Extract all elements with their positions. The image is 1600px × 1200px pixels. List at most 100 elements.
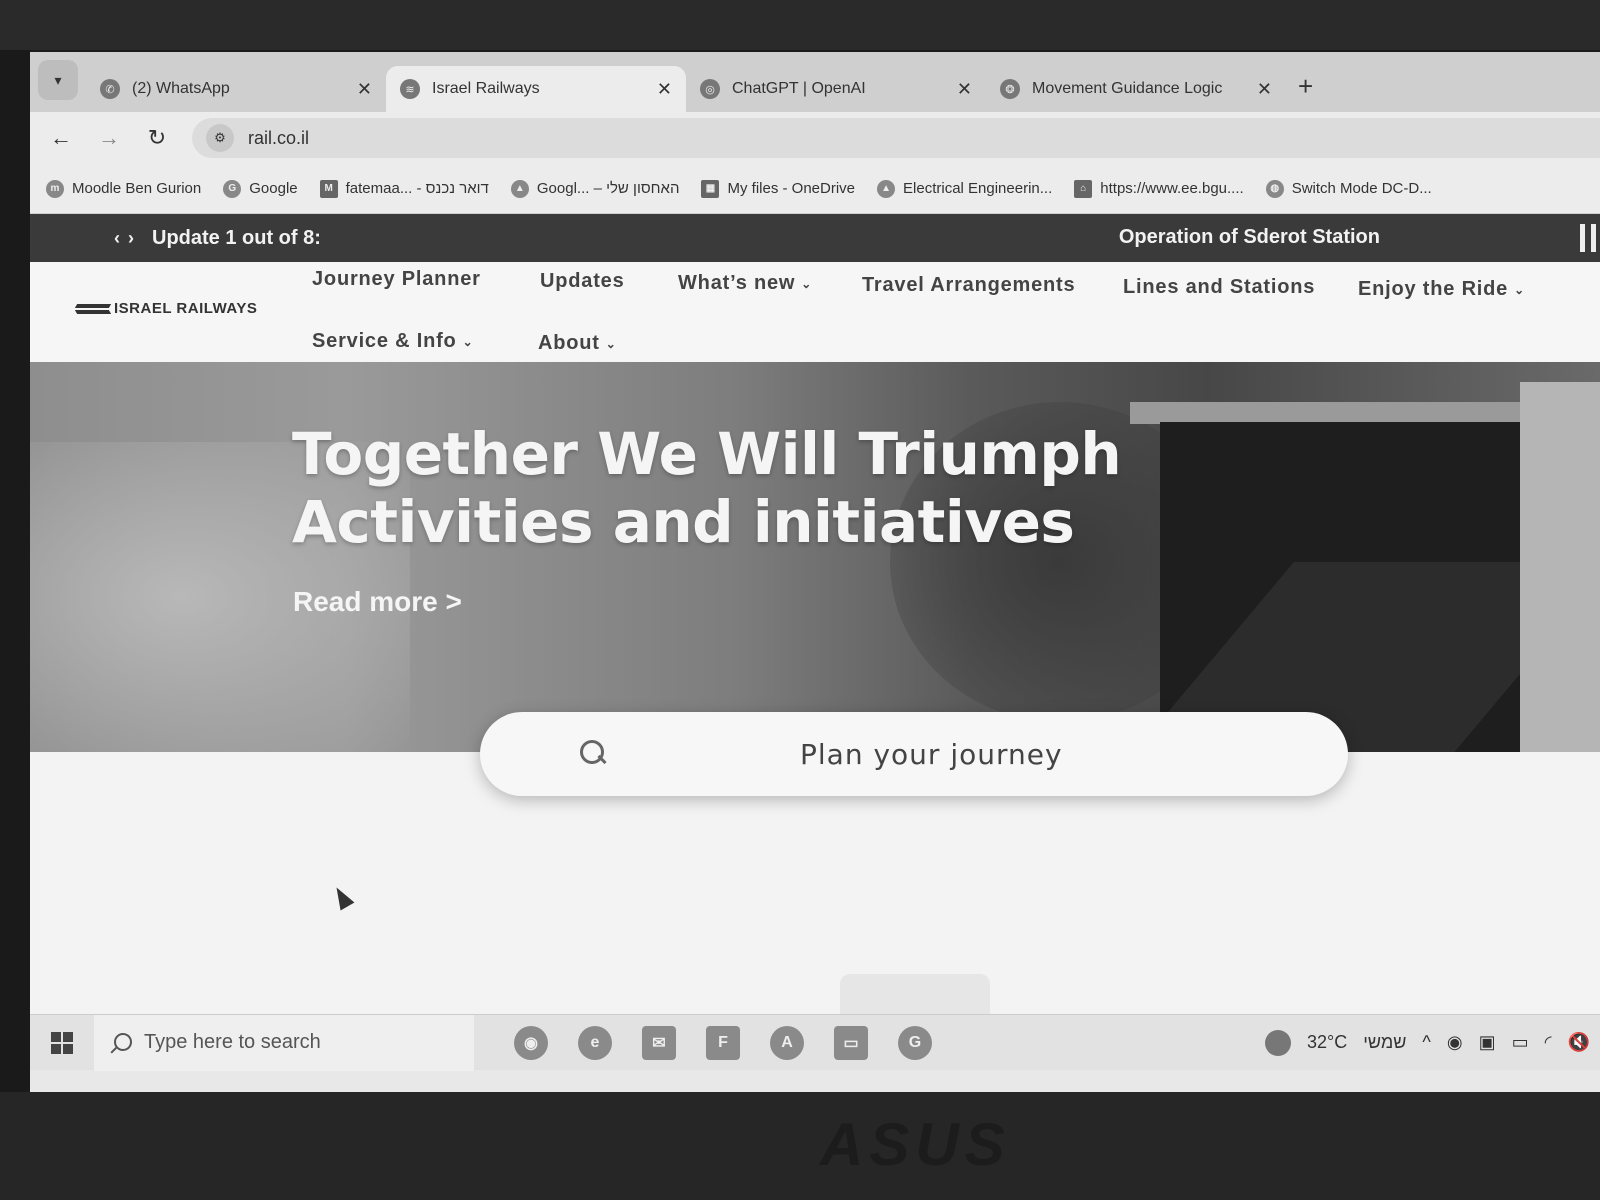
- chevron-down-icon: ⌄: [1514, 282, 1525, 297]
- url-text: rail.co.il: [248, 127, 310, 148]
- grammarly-icon[interactable]: G: [898, 1025, 932, 1060]
- bgu-icon: ⌂: [1074, 179, 1093, 198]
- wifi-icon[interactable]: ◜: [1545, 1032, 1552, 1053]
- bookmark-electrical-engineering[interactable]: ▲ Electrical Engineerin...: [877, 179, 1053, 198]
- taskbar-search[interactable]: Type here to search: [94, 1014, 474, 1071]
- bookmark-label: fatemaa... - דואר נכנס: [345, 180, 489, 197]
- nav-whats-new[interactable]: What’s new ⌄: [678, 272, 812, 295]
- israel-railways-icon: ≋: [400, 79, 420, 99]
- journey-search-box[interactable]: [480, 712, 1348, 796]
- nav-enjoy-the-ride[interactable]: Enjoy the Ride ⌄: [1358, 278, 1525, 301]
- bookmark-google-drive[interactable]: ▲ Googl... – האחסון שלי: [510, 179, 679, 198]
- tab-search-button[interactable]: ▾: [38, 60, 78, 100]
- camera-icon[interactable]: ▣: [1479, 1032, 1496, 1053]
- files-icon[interactable]: F: [706, 1025, 740, 1060]
- bookmark-moodle[interactable]: m Moodle Ben Gurion: [46, 179, 202, 198]
- screen: ▾ ✆ (2) WhatsApp ✕ ≋ Israel Railways ✕ ◎…: [30, 52, 1600, 1092]
- moodle-icon: m: [46, 179, 64, 198]
- ticker-arrows-icon[interactable]: ‹›: [114, 228, 142, 249]
- speaker-muted-icon[interactable]: 🔇: [1568, 1032, 1590, 1053]
- bookmark-onedrive[interactable]: ▦ My files - OneDrive: [701, 179, 855, 198]
- battery-icon[interactable]: ▭: [1512, 1032, 1529, 1053]
- chevron-down-icon: ⌄: [605, 336, 617, 351]
- system-tray: 32°C שמשי ^ ◉ ▣ ▭ ◜ 🔇: [1265, 1029, 1600, 1056]
- start-button[interactable]: [30, 1031, 94, 1054]
- explorer-icon[interactable]: ▭: [834, 1025, 868, 1060]
- tab-whatsapp[interactable]: ✆ (2) WhatsApp ✕: [86, 66, 386, 112]
- read-more-link[interactable]: Read more >: [293, 586, 462, 618]
- tab-title: ChatGPT | OpenAI: [732, 80, 866, 97]
- site-info-icon[interactable]: ⚙: [206, 124, 234, 152]
- tab-title: Movement Guidance Logic: [1032, 80, 1223, 97]
- bookmark-label: Switch Mode DC-D...: [1291, 180, 1432, 197]
- nav-about[interactable]: About ⌄: [538, 332, 617, 355]
- bookmark-label: Google: [249, 180, 298, 197]
- tab-strip: ▾ ✆ (2) WhatsApp ✕ ≋ Israel Railways ✕ ◎…: [30, 52, 1600, 112]
- nav-label: Service & Info: [312, 330, 457, 352]
- chatgpt-icon: ◎: [700, 79, 720, 99]
- bookmark-ee-bgu[interactable]: ⌂ https://www.ee.bgu....: [1074, 179, 1244, 198]
- new-tab-button[interactable]: +: [1286, 71, 1325, 112]
- journey-search-input[interactable]: [700, 730, 1300, 778]
- forward-arrow-icon[interactable]: →: [96, 125, 122, 151]
- whatsapp-icon: ✆: [100, 79, 120, 99]
- search-icon[interactable]: [580, 740, 606, 766]
- bookmark-label: Moodle Ben Gurion: [72, 180, 202, 197]
- store-icon[interactable]: A: [770, 1025, 804, 1060]
- close-icon[interactable]: ✕: [1257, 79, 1272, 100]
- chat-widget[interactable]: [840, 974, 990, 1014]
- hero-title-line2: Activities and initiatives: [292, 488, 1075, 556]
- taskbar-search-placeholder: Type here to search: [144, 1031, 321, 1053]
- tab-title: Israel Railways: [432, 80, 540, 97]
- tab-chatgpt[interactable]: ◎ ChatGPT | OpenAI ✕: [686, 66, 986, 112]
- updates-ticker: ‹› Update 1 out of 8: Operation of Sdero…: [30, 214, 1600, 262]
- mouse-cursor-icon: [329, 883, 355, 911]
- nav-label: About: [538, 332, 600, 354]
- taskbar-apps: ◉ e ✉ F A ▭ G: [514, 1025, 932, 1060]
- temperature[interactable]: 32°C: [1307, 1032, 1347, 1053]
- nav-service-info[interactable]: Service & Info ⌄: [312, 330, 473, 353]
- record-icon[interactable]: ◉: [1447, 1032, 1463, 1053]
- nav-travel-arrangements[interactable]: Travel Arrangements: [862, 274, 1075, 297]
- laptop-brand-logo: ASUS: [820, 1111, 1011, 1178]
- pause-icon[interactable]: [1580, 224, 1596, 252]
- israel-railways-logo[interactable]: ISRAEL RAILWAYS: [76, 300, 257, 317]
- edge-icon[interactable]: e: [578, 1025, 612, 1060]
- google-icon: G: [223, 179, 242, 198]
- chevron-up-icon[interactable]: ^: [1422, 1032, 1430, 1053]
- weather-icon[interactable]: [1265, 1029, 1292, 1056]
- mail-icon[interactable]: ✉: [642, 1025, 676, 1060]
- bookmark-google[interactable]: G Google: [223, 179, 298, 198]
- openai-icon: ❂: [1000, 79, 1020, 99]
- chrome-icon[interactable]: ◉: [514, 1025, 548, 1060]
- search-icon: [110, 1032, 132, 1053]
- address-bar[interactable]: ⚙ rail.co.il: [192, 118, 1600, 158]
- close-icon[interactable]: ✕: [357, 79, 372, 100]
- reload-icon[interactable]: ↻: [144, 125, 170, 151]
- ticker-counter: Update 1 out of 8:: [152, 226, 321, 249]
- logo-text: ISRAEL RAILWAYS: [114, 300, 258, 317]
- globe-icon: ◍: [1265, 179, 1284, 198]
- windows-taskbar: Type here to search ◉ e ✉ F A ▭ G 32°C ש…: [30, 1014, 1600, 1071]
- chevron-down-icon: ⌄: [462, 334, 474, 349]
- nav-updates[interactable]: Updates: [540, 270, 625, 293]
- bookmark-switch-mode[interactable]: ◍ Switch Mode DC-D...: [1265, 179, 1432, 198]
- close-icon[interactable]: ✕: [957, 79, 972, 100]
- tab-movement-guidance[interactable]: ❂ Movement Guidance Logic ✕: [986, 66, 1286, 112]
- back-arrow-icon[interactable]: ←: [48, 125, 74, 151]
- google-drive-icon: ▲: [877, 179, 896, 198]
- bookmark-label: Electrical Engineerin...: [903, 180, 1053, 197]
- nav-label: Enjoy the Ride: [1358, 278, 1509, 300]
- laptop-bezel-bottom: [0, 1092, 1600, 1200]
- tab-israel-railways[interactable]: ≋ Israel Railways ✕: [386, 66, 686, 112]
- nav-lines-and-stations[interactable]: Lines and Stations: [1123, 276, 1315, 299]
- weather-text: שמשי: [1363, 1032, 1407, 1052]
- ticker-headline[interactable]: Operation of Sderot Station: [1119, 226, 1380, 249]
- site-navbar: ISRAEL RAILWAYS Journey Planner Updates …: [30, 262, 1600, 362]
- laptop-bezel-top: [0, 0, 1600, 50]
- bookmark-gmail[interactable]: Mfatemaa... - דואר נכנס: [319, 179, 489, 198]
- nav-journey-planner[interactable]: Journey Planner: [312, 268, 481, 291]
- bookmark-label: https://www.ee.bgu....: [1100, 180, 1244, 197]
- close-icon[interactable]: ✕: [657, 79, 672, 100]
- google-drive-icon: ▲: [510, 179, 529, 198]
